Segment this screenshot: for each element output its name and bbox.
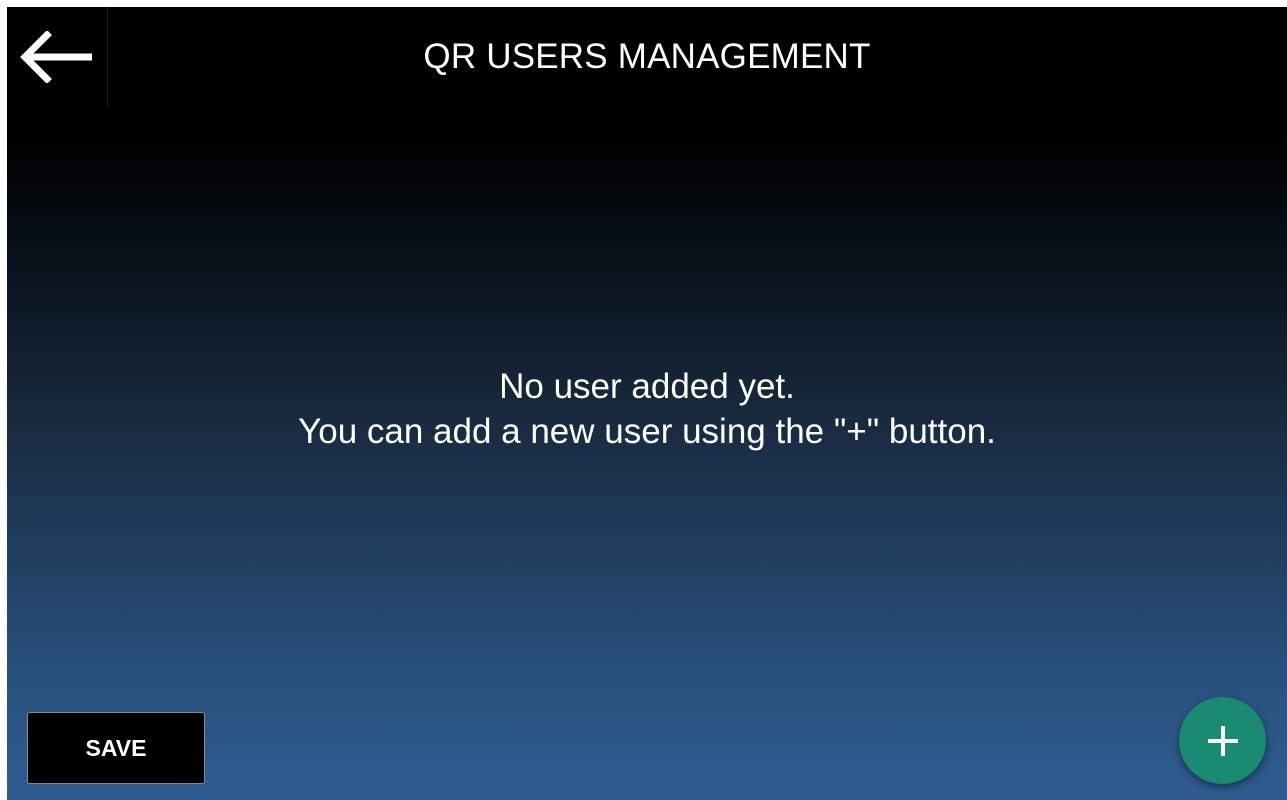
screen: QR USERS MANAGEMENT No user added yet. Y… bbox=[7, 7, 1287, 800]
empty-state-line-1: No user added yet. bbox=[499, 367, 795, 406]
empty-state-line-2: You can add a new user using the "+" but… bbox=[298, 412, 996, 451]
page-title: QR USERS MANAGEMENT bbox=[423, 37, 871, 76]
arrow-left-icon bbox=[20, 31, 92, 83]
save-button[interactable]: SAVE bbox=[27, 712, 205, 784]
header-bar: QR USERS MANAGEMENT bbox=[7, 7, 1287, 107]
add-user-button[interactable] bbox=[1179, 697, 1266, 784]
back-button[interactable] bbox=[7, 7, 108, 107]
plus-icon bbox=[1207, 725, 1238, 756]
empty-state-message: No user added yet. You can add a new use… bbox=[7, 364, 1287, 454]
